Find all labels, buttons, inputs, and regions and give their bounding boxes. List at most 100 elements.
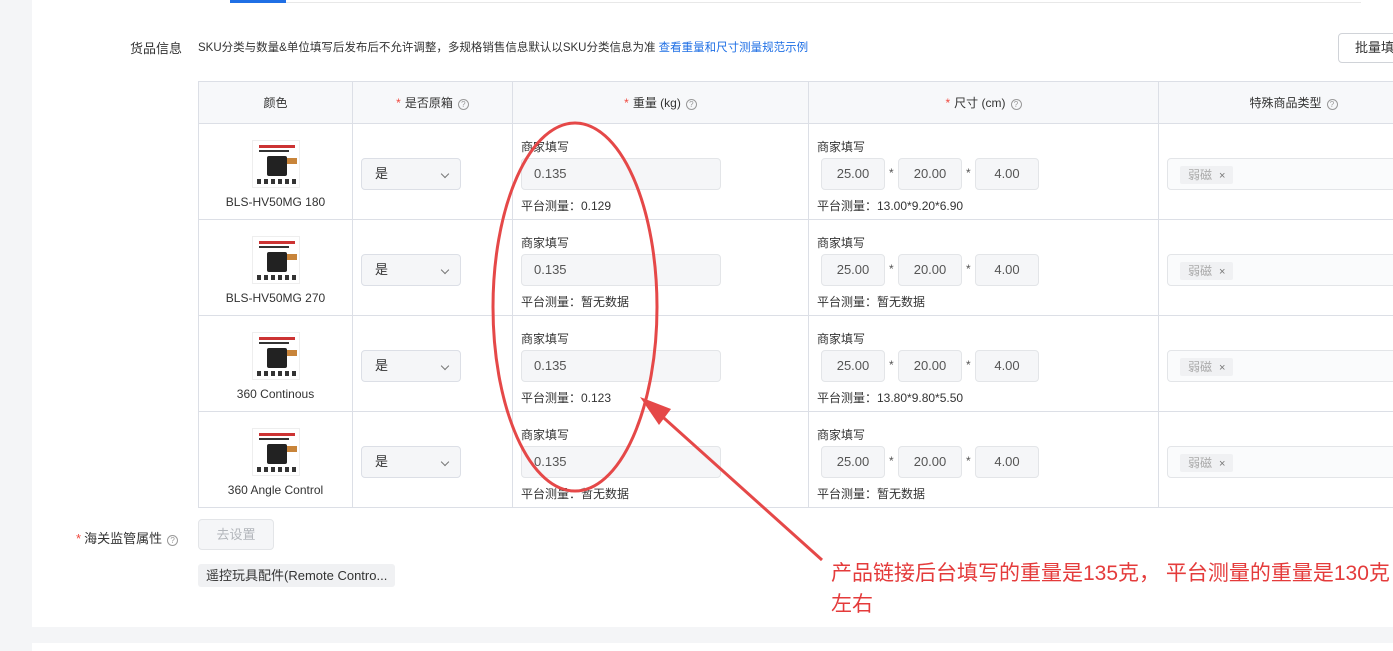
dim-separator: * bbox=[966, 262, 971, 276]
tab-divider bbox=[286, 2, 1361, 3]
product-thumbnail[interactable] bbox=[252, 428, 300, 476]
goods-info-label: 货品信息 bbox=[130, 41, 183, 56]
header-weight: * 重量 (kg)? bbox=[512, 81, 809, 124]
original-box-cell: 是 bbox=[352, 219, 513, 316]
dim-separator: * bbox=[889, 262, 894, 276]
merchant-fill-label: 商家填写 bbox=[521, 140, 570, 154]
next-section-card bbox=[32, 643, 1393, 651]
length-input[interactable]: 25.00 bbox=[821, 350, 885, 382]
special-type-tag: 弱磁 × bbox=[1180, 358, 1234, 376]
measure-guide-link[interactable]: 查看重量和尺寸测量规范示例 bbox=[659, 42, 809, 54]
size-measured: 平台测量：13.80*9.80*5.50 bbox=[817, 391, 964, 405]
required-mark: * bbox=[624, 96, 629, 110]
table-header-row: 颜色 * 是否原箱? * 重量 (kg)? * 尺寸 (cm)? 特殊商品类型? bbox=[198, 81, 1393, 124]
batch-fill-button[interactable]: 批量填 bbox=[1338, 33, 1393, 63]
width-input[interactable]: 20.00 bbox=[898, 446, 962, 478]
original-box-select[interactable]: 是 bbox=[361, 446, 461, 478]
help-icon[interactable]: ? bbox=[1010, 99, 1022, 110]
weight-measured: 平台测量：暂无数据 bbox=[521, 487, 630, 501]
sku-name: BLS-HV50MG 270 bbox=[225, 291, 326, 305]
customs-setup-button[interactable]: 去设置 bbox=[198, 519, 274, 550]
close-icon[interactable]: × bbox=[1219, 266, 1225, 278]
special-type-tag: 弱磁 × bbox=[1180, 166, 1234, 184]
table-row: 360 Continous 是 商家填写 0.135 平台测量：0.123 商家… bbox=[198, 315, 1393, 412]
weight-cell: 商家填写 0.135 平台测量：暂无数据 bbox=[512, 411, 809, 508]
size-measured: 平台测量：暂无数据 bbox=[817, 487, 926, 501]
merchant-fill-label: 商家填写 bbox=[817, 236, 866, 250]
length-input[interactable]: 25.00 bbox=[821, 158, 885, 190]
special-type-cell: 弱磁 × bbox=[1158, 219, 1393, 316]
product-thumbnail[interactable] bbox=[252, 140, 300, 188]
special-type-tag-label: 弱磁 bbox=[1188, 168, 1213, 182]
original-box-cell: 是 bbox=[352, 411, 513, 508]
length-input[interactable]: 25.00 bbox=[821, 446, 885, 478]
original-box-select[interactable]: 是 bbox=[361, 254, 461, 286]
close-icon[interactable]: × bbox=[1219, 362, 1225, 374]
width-input[interactable]: 20.00 bbox=[898, 158, 962, 190]
special-type-select[interactable]: 弱磁 × bbox=[1167, 254, 1393, 286]
height-input[interactable]: 4.00 bbox=[975, 446, 1039, 478]
dim-separator: * bbox=[889, 454, 894, 468]
weight-cell: 商家填写 0.135 平台测量：暂无数据 bbox=[512, 219, 809, 316]
original-box-cell: 是 bbox=[352, 315, 513, 412]
required-mark: * bbox=[76, 531, 82, 546]
product-thumbnail[interactable] bbox=[252, 332, 300, 380]
chevron-down-icon bbox=[440, 361, 450, 371]
color-cell: 360 Continous bbox=[198, 315, 353, 412]
dim-separator: * bbox=[966, 358, 971, 372]
length-input[interactable]: 25.00 bbox=[821, 254, 885, 286]
weight-measured: 平台测量：0.129 bbox=[521, 199, 612, 213]
sku-name: 360 Continous bbox=[236, 387, 315, 401]
weight-input[interactable]: 0.135 bbox=[521, 254, 721, 286]
category-chip: 遥控玩具配件(Remote Contro... bbox=[198, 564, 396, 587]
weight-input[interactable]: 0.135 bbox=[521, 158, 721, 190]
height-input[interactable]: 4.00 bbox=[975, 254, 1039, 286]
dim-separator: * bbox=[966, 166, 971, 180]
header-special-type: 特殊商品类型? bbox=[1158, 81, 1393, 124]
size-measured: 平台测量：13.00*9.20*6.90 bbox=[817, 199, 964, 213]
color-cell: BLS-HV50MG 270 bbox=[198, 219, 353, 316]
color-cell: BLS-HV50MG 180 bbox=[198, 123, 353, 220]
close-icon[interactable]: × bbox=[1219, 458, 1225, 470]
table-row: BLS-HV50MG 180 是 商家填写 0.135 平台测量：0.129 商… bbox=[198, 123, 1393, 220]
header-size: * 尺寸 (cm)? bbox=[808, 81, 1159, 124]
dim-separator: * bbox=[889, 358, 894, 372]
special-type-tag: 弱磁 × bbox=[1180, 262, 1234, 280]
size-cell: 商家填写 25.00 * 20.00 * 4.00 平台测量：暂无数据 bbox=[808, 411, 1159, 508]
help-icon[interactable]: ? bbox=[1326, 99, 1338, 110]
width-input[interactable]: 20.00 bbox=[898, 254, 962, 286]
product-thumbnail[interactable] bbox=[252, 236, 300, 284]
original-box-select[interactable]: 是 bbox=[361, 158, 461, 190]
special-type-cell: 弱磁 × bbox=[1158, 123, 1393, 220]
special-type-select[interactable]: 弱磁 × bbox=[1167, 446, 1393, 478]
header-weight-label: 重量 (kg) bbox=[632, 96, 681, 110]
dim-separator: * bbox=[889, 166, 894, 180]
annotation-note: 产品链接后台填写的重量是135克， 平台测量的重量是130克左右 bbox=[831, 562, 1390, 616]
chevron-down-icon bbox=[440, 265, 450, 275]
original-box-value: 是 bbox=[375, 262, 389, 277]
help-icon[interactable]: ? bbox=[685, 99, 697, 110]
close-icon[interactable]: × bbox=[1219, 170, 1225, 182]
header-color: 颜色 bbox=[198, 81, 353, 124]
required-mark: * bbox=[396, 96, 401, 110]
weight-input[interactable]: 0.135 bbox=[521, 350, 721, 382]
help-icon[interactable]: ? bbox=[457, 99, 469, 110]
size-cell: 商家填写 25.00 * 20.00 * 4.00 平台测量：13.00*9.2… bbox=[808, 123, 1159, 220]
special-type-cell: 弱磁 × bbox=[1158, 411, 1393, 508]
original-box-select[interactable]: 是 bbox=[361, 350, 461, 382]
original-box-value: 是 bbox=[375, 454, 389, 469]
height-input[interactable]: 4.00 bbox=[975, 350, 1039, 382]
dim-separator: * bbox=[966, 454, 971, 468]
table-row: 360 Angle Control 是 商家填写 0.135 平台测量：暂无数据… bbox=[198, 411, 1393, 508]
special-type-select[interactable]: 弱磁 × bbox=[1167, 158, 1393, 190]
special-type-select[interactable]: 弱磁 × bbox=[1167, 350, 1393, 382]
special-type-tag-label: 弱磁 bbox=[1188, 456, 1213, 470]
height-input[interactable]: 4.00 bbox=[975, 158, 1039, 190]
merchant-fill-label: 商家填写 bbox=[817, 140, 866, 154]
width-input[interactable]: 20.00 bbox=[898, 350, 962, 382]
original-box-value: 是 bbox=[375, 358, 389, 373]
weight-input[interactable]: 0.135 bbox=[521, 446, 721, 478]
sku-name: 360 Angle Control bbox=[227, 483, 324, 497]
special-type-tag-label: 弱磁 bbox=[1188, 360, 1213, 374]
help-icon[interactable]: ? bbox=[167, 535, 179, 546]
